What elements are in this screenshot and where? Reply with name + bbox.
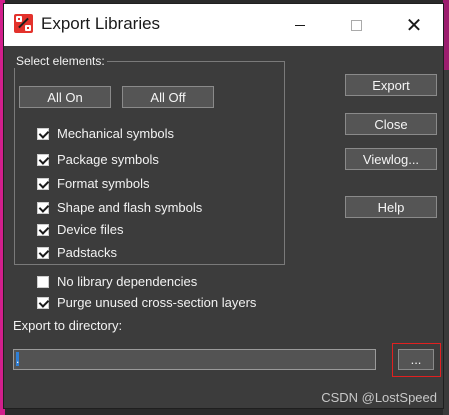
checkbox-box[interactable] <box>37 153 49 166</box>
close-button[interactable]: Close <box>345 113 437 135</box>
checkbox-box[interactable] <box>37 246 49 259</box>
checkbox-label: No library dependencies <box>57 274 198 289</box>
checkbox-label: Device files <box>57 222 124 237</box>
checkbox-label: Shape and flash symbols <box>57 200 203 215</box>
checkbox-package-symbols[interactable]: Package symbols <box>37 152 159 167</box>
minimize-icon <box>295 24 305 26</box>
checkbox-format-symbols[interactable]: Format symbols <box>37 176 149 191</box>
checkbox-label: Padstacks <box>57 245 117 260</box>
checkbox-device-files[interactable]: Device files <box>37 222 123 237</box>
checkbox-no-library-dependencies[interactable]: No library dependencies <box>37 274 197 289</box>
checkbox-shape-and-flash-symbols[interactable]: Shape and flash symbols <box>37 200 202 215</box>
watermark: CSDN @LostSpeed <box>321 390 437 405</box>
checkbox-label: Purge unused cross-section layers <box>57 295 257 310</box>
checkbox-label: Package symbols <box>57 152 159 167</box>
directory-value: . <box>16 352 20 366</box>
checkbox-box[interactable] <box>37 296 49 309</box>
browse-highlight-box <box>392 343 441 377</box>
maximize-button[interactable] <box>333 4 379 46</box>
all-on-button[interactable]: All On <box>19 86 111 108</box>
checkbox-purge-cross-section-layers[interactable]: Purge unused cross-section layers <box>37 295 256 310</box>
help-button[interactable]: Help <box>345 196 437 218</box>
minimize-button[interactable] <box>277 4 323 46</box>
export-directory-input[interactable]: . <box>13 349 376 370</box>
checkbox-box[interactable] <box>37 177 49 190</box>
export-directory-label: Export to directory: <box>13 318 123 333</box>
checkbox-label: Mechanical symbols <box>57 126 175 141</box>
app-logo-icon <box>14 14 33 33</box>
all-off-button[interactable]: All Off <box>122 86 214 108</box>
window-title: Export Libraries <box>41 14 161 33</box>
title-bar[interactable]: Export Libraries ✕ <box>4 4 443 46</box>
close-window-button[interactable]: ✕ <box>391 4 437 46</box>
checkbox-padstacks[interactable]: Padstacks <box>37 245 117 260</box>
checkbox-mechanical-symbols[interactable]: Mechanical symbols <box>37 126 174 141</box>
export-button[interactable]: Export <box>345 74 437 96</box>
checkbox-box[interactable] <box>37 275 49 288</box>
close-icon: ✕ <box>405 14 423 37</box>
checkbox-box[interactable] <box>37 201 49 214</box>
maximize-icon <box>350 19 362 31</box>
export-libraries-dialog: Export Libraries ✕ Select elements: All … <box>3 3 444 409</box>
checkbox-box[interactable] <box>37 223 49 236</box>
checkbox-box[interactable] <box>37 127 49 140</box>
select-elements-label: Select elements: <box>14 54 107 68</box>
checkbox-label: Format symbols <box>57 176 150 191</box>
viewlog-button[interactable]: Viewlog... <box>345 148 437 170</box>
